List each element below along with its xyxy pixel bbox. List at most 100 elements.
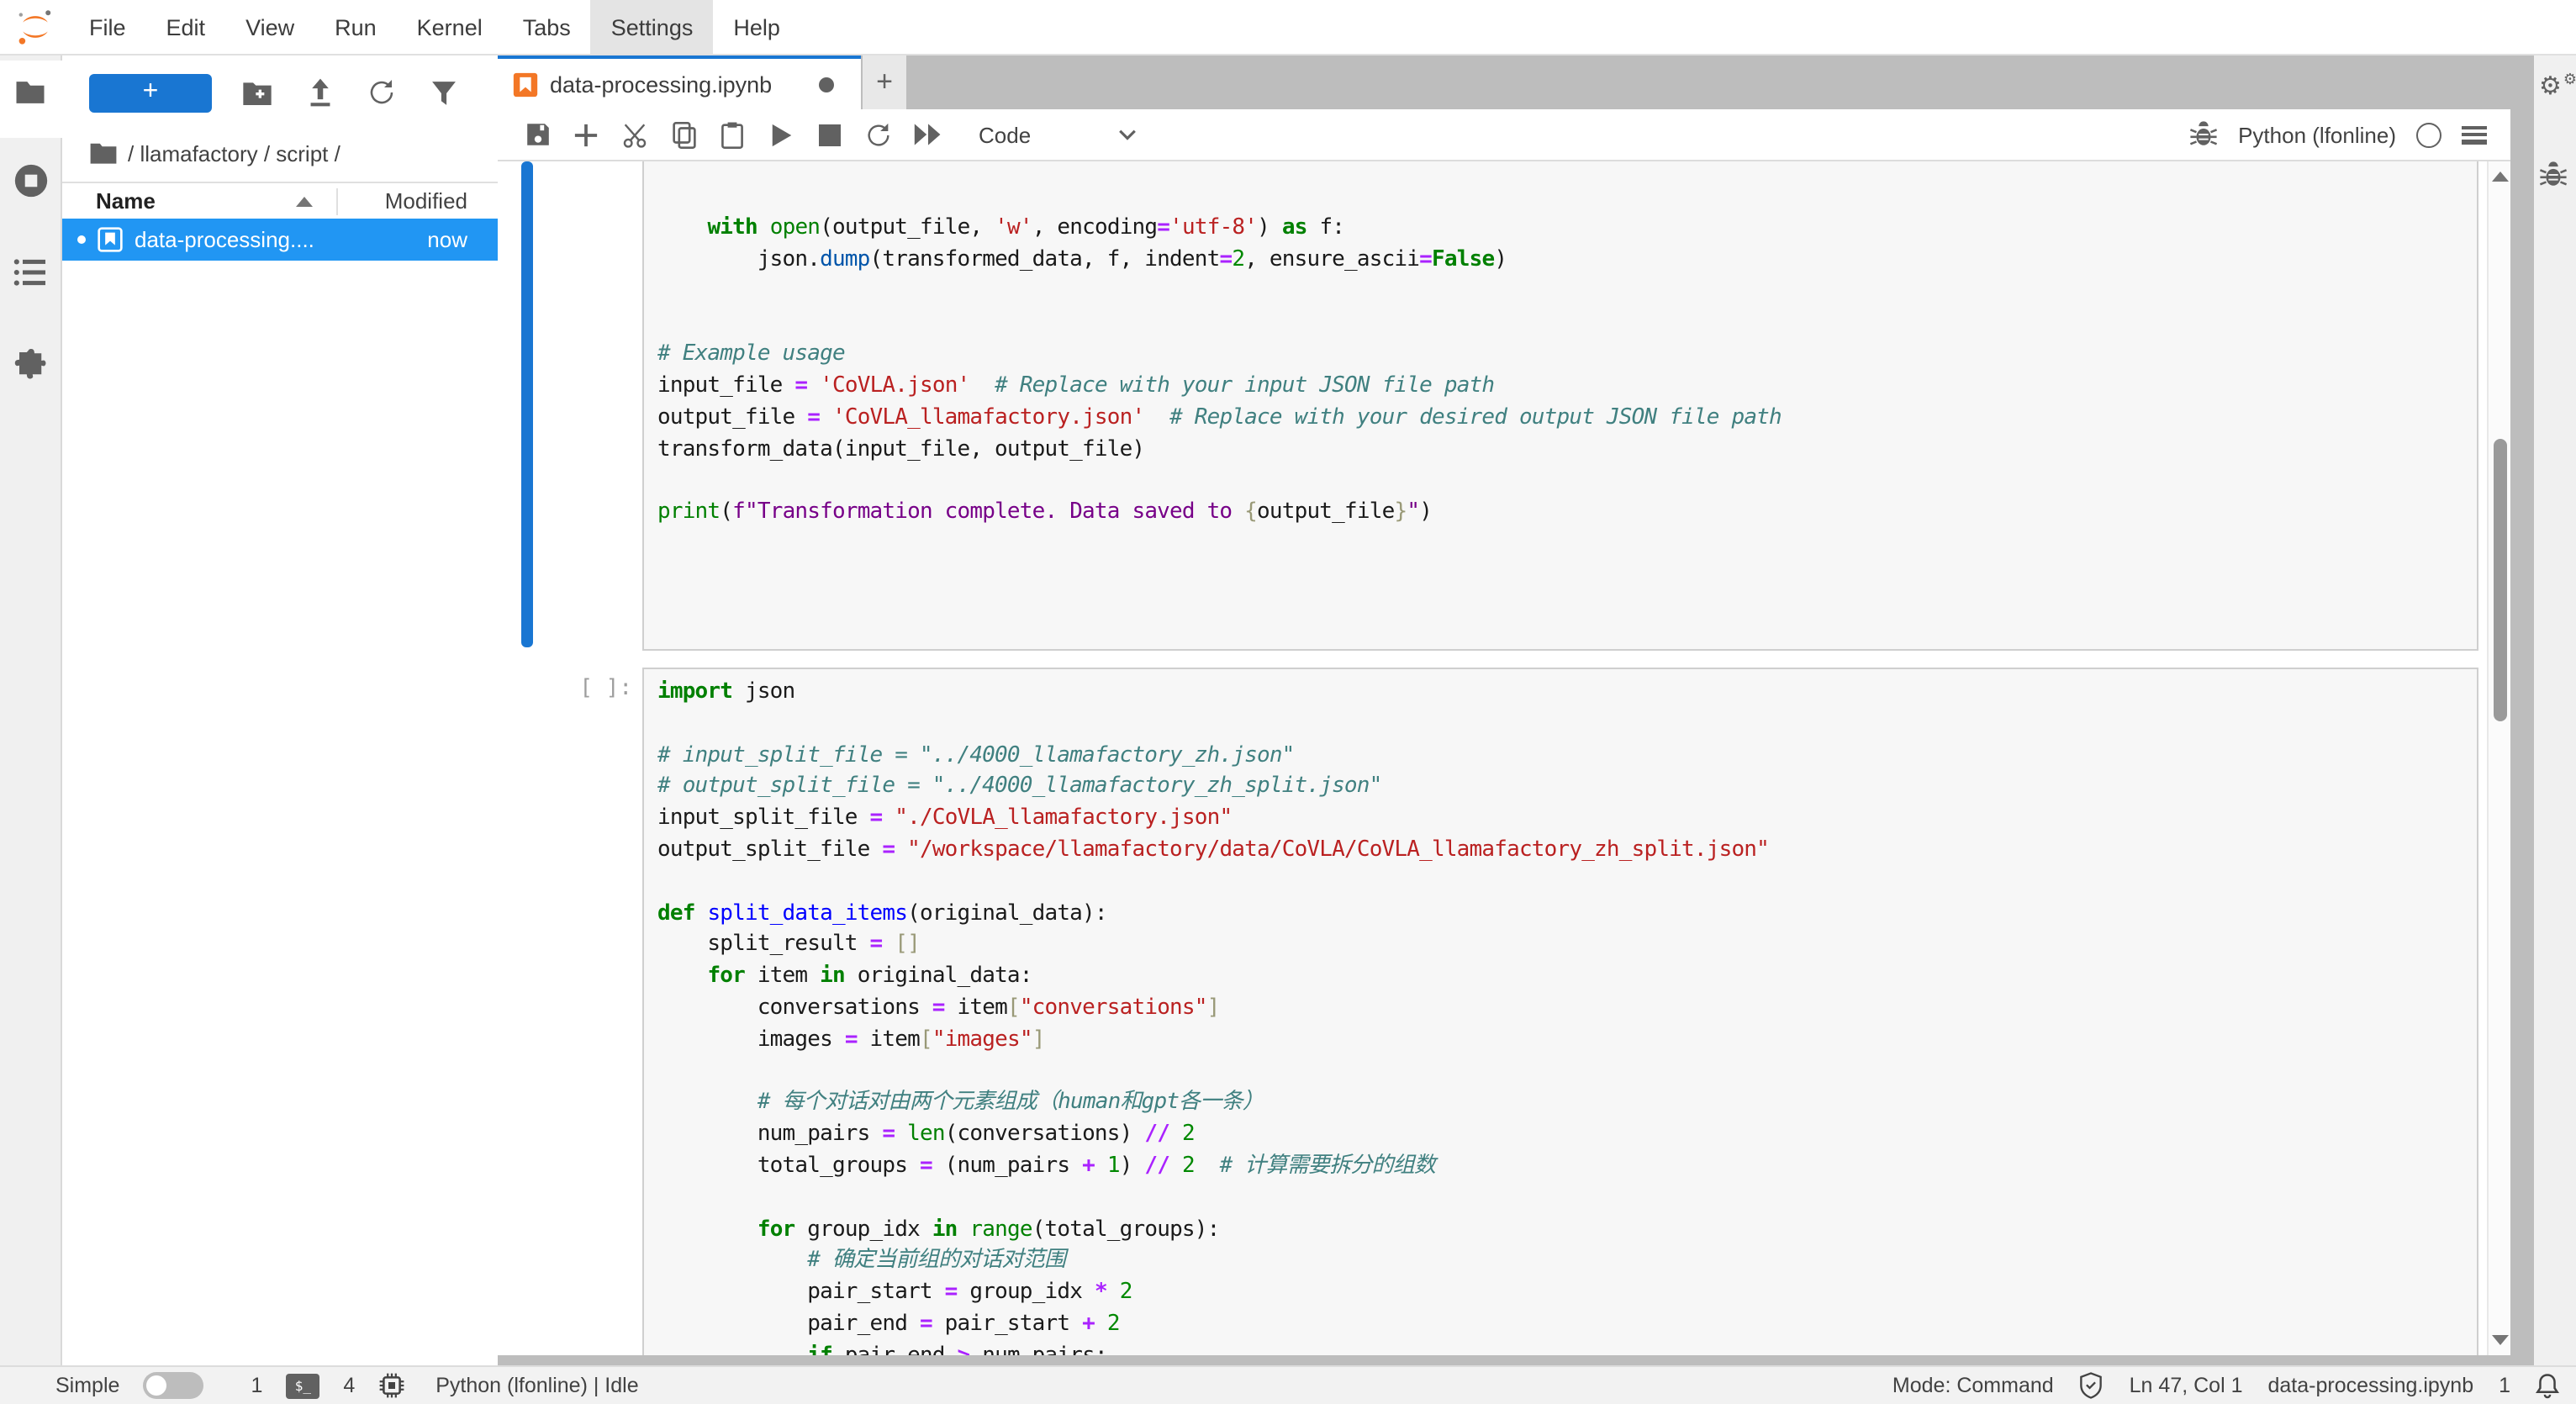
left-activity-bar: [0, 54, 62, 1365]
property-inspector-icon[interactable]: ⚙⚙: [2539, 74, 2575, 99]
code-line: output_file = 'CoVLA_llamafactory.json' …: [657, 404, 2477, 435]
simple-mode-toggle[interactable]: [143, 1372, 203, 1399]
code-line: [657, 593, 2477, 625]
code-line: total_groups = (num_pairs + 1) // 2 # 计算…: [657, 1152, 2477, 1184]
toolbar-menu-icon[interactable]: [2462, 125, 2487, 144]
code-line: # Example usage: [657, 340, 2477, 372]
table-of-contents-icon[interactable]: [0, 257, 61, 288]
notebook-area[interactable]: with open(output_file, 'w', encoding='ut…: [498, 161, 2510, 1355]
new-launcher-button[interactable]: +: [89, 73, 212, 112]
column-name[interactable]: Name: [96, 188, 156, 214]
unsaved-changes-icon[interactable]: [819, 77, 834, 92]
tab-data-processing[interactable]: data-processing.ipynb: [498, 54, 861, 109]
code-line: # input_split_file = "../4000_llamafacto…: [657, 741, 2477, 773]
debugger-bug-icon[interactable]: [2189, 121, 2218, 148]
menu-edit[interactable]: Edit: [146, 0, 226, 54]
column-modified[interactable]: Modified: [385, 188, 467, 214]
kernel-name[interactable]: Python (lfonline): [2238, 122, 2396, 147]
code-line: import json: [657, 678, 2477, 710]
menu-help[interactable]: Help: [713, 0, 800, 54]
code-cell-1[interactable]: with open(output_file, 'w', encoding='ut…: [642, 161, 2478, 651]
terminals-count[interactable]: 1: [251, 1374, 262, 1397]
code-editor[interactable]: import json # input_split_file = "../400…: [644, 669, 2477, 1355]
extension-manager-icon[interactable]: [0, 346, 61, 382]
debugger-panel-icon[interactable]: [2539, 161, 2568, 197]
bell-icon[interactable]: [2536, 1372, 2559, 1399]
new-tab-button[interactable]: +: [863, 54, 906, 109]
code-line: pair_start = group_idx * 2: [657, 1278, 2477, 1310]
code-line: [657, 309, 2477, 340]
code-line: pair_end = pair_start + 2: [657, 1310, 2477, 1342]
cut-icon[interactable]: [610, 120, 659, 149]
menu-run[interactable]: Run: [314, 0, 397, 54]
code-line: input_file = 'CoVLA.json' # Replace with…: [657, 372, 2477, 404]
run-icon[interactable]: [757, 122, 805, 147]
file-list-header: Name Modified: [62, 182, 498, 220]
menu-view[interactable]: View: [225, 0, 314, 54]
status-bar: Simple 1 $_ 4 Python (lfonline) | Idle M…: [0, 1365, 2576, 1404]
tab-label: data-processing.ipynb: [550, 71, 772, 97]
dock-panel: data-processing.ipynb +: [498, 54, 2534, 1365]
notebook-scrollbar[interactable]: [2487, 161, 2510, 1355]
code-line: for group_idx in range(total_groups):: [657, 1215, 2477, 1247]
code-line: [657, 277, 2477, 309]
notebook-file-icon: [98, 227, 123, 252]
scrollbar-thumb[interactable]: [2494, 439, 2507, 721]
file-modified: now: [427, 227, 467, 252]
active-cell-collapser[interactable]: [521, 161, 533, 647]
code-line: [657, 467, 2477, 499]
add-cell-icon[interactable]: [562, 122, 610, 147]
code-line: json.dump(transformed_data, f, indent=2,…: [657, 245, 2477, 277]
code-cell-2[interactable]: import json # input_split_file = "../400…: [642, 668, 2478, 1355]
code-line: def split_data_items(original_data):: [657, 899, 2477, 931]
tab-bar: data-processing.ipynb +: [498, 54, 906, 109]
scroll-up-icon[interactable]: [2492, 172, 2509, 182]
code-line: print(f"Transformation complete. Data sa…: [657, 498, 2477, 530]
status-filename[interactable]: data-processing.ipynb: [2268, 1374, 2474, 1397]
paste-icon[interactable]: [708, 120, 757, 149]
scroll-down-icon[interactable]: [2492, 1335, 2509, 1345]
kernel-chip-icon[interactable]: [378, 1372, 405, 1399]
new-folder-icon[interactable]: [232, 77, 282, 108]
code-line: if pair_end > num_pairs:: [657, 1341, 2477, 1355]
menu-settings[interactable]: Settings: [591, 0, 714, 54]
mode-indicator[interactable]: Mode: Command: [1892, 1374, 2054, 1397]
file-browser-panel: + / llamafactory / script / Name Modifie…: [62, 54, 498, 1365]
cell-prompt: [ ]:: [498, 676, 632, 701]
file-browser-icon[interactable]: [0, 74, 61, 111]
file-name: data-processing....: [135, 227, 314, 252]
menu-tabs[interactable]: Tabs: [503, 0, 591, 54]
stop-icon[interactable]: [805, 124, 854, 145]
menu-file[interactable]: File: [69, 0, 146, 54]
kernel-status-text[interactable]: Python (lfonline) | Idle: [435, 1374, 638, 1397]
notification-count[interactable]: 1: [2499, 1374, 2510, 1397]
restart-run-all-icon[interactable]: [903, 123, 952, 146]
trust-shield-icon[interactable]: [2079, 1372, 2104, 1399]
jupyterlab-window: File Edit View Run Kernel Tabs Settings …: [0, 0, 2576, 1404]
breadcrumb[interactable]: / llamafactory / script /: [89, 138, 340, 168]
code-line: [657, 530, 2477, 562]
refresh-icon[interactable]: [356, 77, 407, 108]
code-line: # 每个对话对由两个元素组成（human和gpt各一条）: [657, 1089, 2477, 1121]
kernels-count[interactable]: 4: [343, 1374, 355, 1397]
code-line: # output_split_file = "../4000_llamafact…: [657, 773, 2477, 805]
cell-type-select[interactable]: Code: [979, 122, 1137, 147]
code-editor[interactable]: with open(output_file, 'w', encoding='ut…: [644, 161, 2477, 688]
file-browser-toolbar: +: [62, 67, 498, 118]
running-kernels-icon[interactable]: [0, 161, 61, 200]
unsaved-dot-icon: [77, 235, 86, 244]
notebook-file-icon: [513, 71, 538, 97]
sort-ascending-icon[interactable]: [297, 196, 314, 206]
save-icon[interactable]: [513, 121, 562, 148]
simple-mode-label: Simple: [55, 1374, 119, 1397]
copy-icon[interactable]: [659, 120, 708, 149]
file-row-selected[interactable]: data-processing.... now: [62, 219, 498, 261]
restart-kernel-icon[interactable]: [854, 120, 903, 149]
upload-icon[interactable]: [294, 77, 345, 108]
kernel-status-icon[interactable]: [2416, 122, 2441, 147]
code-line: [657, 1184, 2477, 1216]
menu-kernel[interactable]: Kernel: [397, 0, 503, 54]
terminal-icon[interactable]: $_: [286, 1373, 319, 1398]
filter-icon[interactable]: [419, 78, 469, 107]
cursor-position[interactable]: Ln 47, Col 1: [2130, 1374, 2243, 1397]
